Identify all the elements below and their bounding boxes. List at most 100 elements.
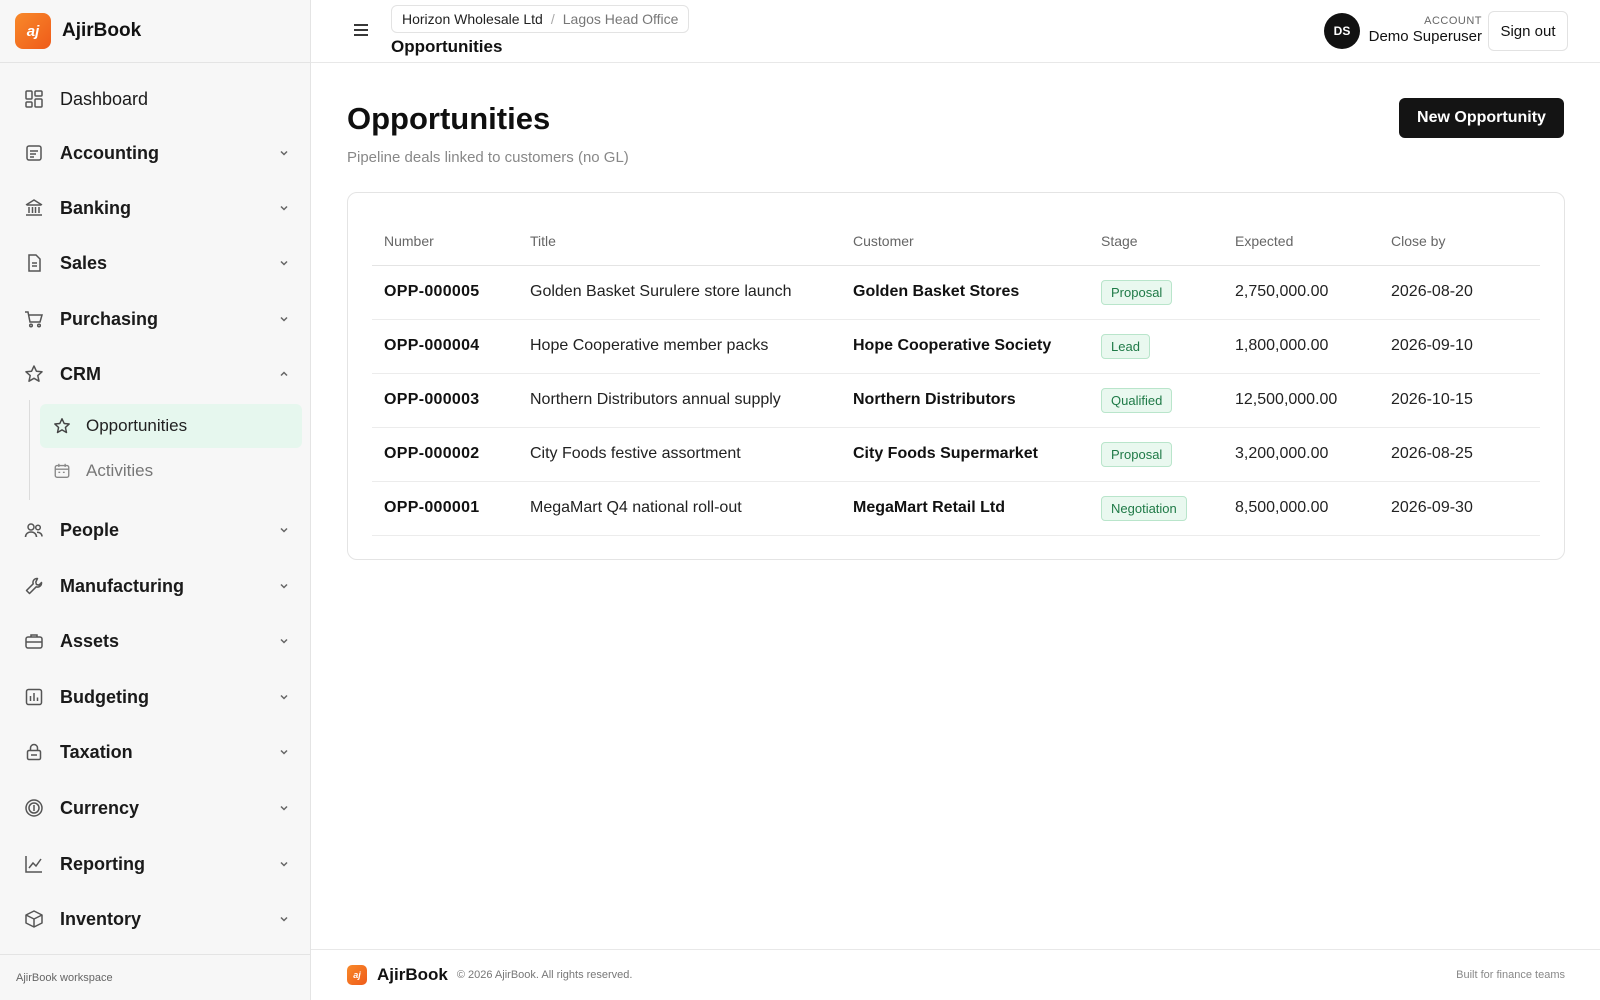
cell-stage: Proposal (1089, 265, 1223, 320)
chart-icon (23, 853, 45, 875)
cell-number[interactable]: OPP-000002 (372, 427, 518, 482)
sidebar-item-crm[interactable]: CRM (0, 352, 310, 396)
stage-badge: Qualified (1101, 387, 1173, 413)
sidebar-item-purchasing[interactable]: Purchasing (0, 297, 310, 341)
menu-toggle-button[interactable] (351, 20, 375, 42)
cell-close-by: 2026-09-10 (1379, 319, 1540, 374)
breadcrumb-separator: / (550, 11, 555, 27)
lock-icon (23, 741, 45, 763)
sidebar-item-assets[interactable]: Assets (0, 619, 310, 663)
sidebar-item-dashboard[interactable]: Dashboard (0, 77, 310, 121)
column-header-title[interactable]: Title (518, 217, 841, 266)
avatar[interactable]: DS (1324, 13, 1360, 49)
table-row[interactable]: OPP-000001 MegaMart Q4 national roll-out… (372, 481, 1540, 536)
sidebar-item-label: Dashboard (60, 88, 149, 109)
accounting-icon (23, 142, 45, 164)
account-label: ACCOUNT (1424, 15, 1482, 27)
bank-icon (23, 197, 45, 219)
cell-title: Northern Distributors annual supply (518, 373, 841, 428)
footer-copyright: © 2026 AjirBook. All rights reserved. (456, 969, 633, 981)
brand[interactable]: aj AjirBook (0, 0, 310, 63)
sign-out-button[interactable]: Sign out (1488, 11, 1568, 51)
main-content: Opportunities Pipeline deals linked to c… (311, 63, 1600, 949)
sidebar-item-label: Banking (60, 197, 132, 218)
sidebar-subitem-label: Opportunities (86, 416, 188, 435)
sidebar-item-accounting[interactable]: Accounting (0, 131, 310, 175)
table-row[interactable]: OPP-000005 Golden Basket Surulere store … (372, 265, 1540, 320)
table-row[interactable]: OPP-000003 Northern Distributors annual … (372, 373, 1540, 428)
star-icon (23, 363, 45, 385)
breadcrumb[interactable]: Horizon Wholesale Ltd / Lagos Head Offic… (391, 5, 690, 33)
sidebar-item-label: Manufacturing (60, 575, 184, 596)
box-icon (23, 908, 45, 930)
calendar-icon (52, 461, 72, 481)
sidebar-item-label: Reporting (60, 853, 145, 874)
sidebar-item-people[interactable]: People (0, 508, 310, 552)
table-row[interactable]: OPP-000004 Hope Cooperative member packs… (372, 319, 1540, 374)
sidebar-item-label: People (60, 519, 120, 540)
sidebar-item-currency[interactable]: Currency (0, 786, 310, 830)
sidebar-item-sales[interactable]: Sales (0, 241, 310, 285)
sidebar-item-label: Purchasing (60, 308, 159, 329)
cell-number[interactable]: OPP-000005 (372, 265, 518, 320)
breadcrumb-branch[interactable]: Lagos Head Office (563, 11, 679, 27)
currency-icon (23, 797, 45, 819)
column-header-stage[interactable]: Stage (1089, 217, 1223, 266)
chevron-down-icon (278, 634, 290, 652)
account-name: Demo Superuser (1368, 28, 1482, 45)
subnav-divider (29, 400, 30, 500)
cell-close-by: 2026-10-15 (1379, 373, 1540, 428)
cell-expected: 12,500,000.00 (1223, 373, 1379, 428)
table-header-row: Number Title Customer Stage Expected Clo… (372, 217, 1540, 266)
cell-number[interactable]: OPP-000004 (372, 319, 518, 374)
sidebar-item-label: Sales (60, 252, 108, 273)
sidebar-item-label: Assets (60, 630, 120, 651)
footer-tagline: Built for finance teams (1456, 969, 1565, 981)
sidebar-item-budgeting[interactable]: Budgeting (0, 675, 310, 719)
column-header-customer[interactable]: Customer (841, 217, 1089, 266)
stage-badge: Lead (1101, 333, 1150, 359)
cell-number[interactable]: OPP-000003 (372, 373, 518, 428)
chevron-down-icon (278, 146, 290, 164)
sidebar-item-inventory[interactable]: Inventory (0, 897, 310, 941)
cell-title: MegaMart Q4 national roll-out (518, 481, 841, 536)
sidebar-item-manufacturing[interactable]: Manufacturing (0, 564, 310, 608)
sidebar-item-label: Budgeting (60, 686, 149, 707)
account-info: ACCOUNT Demo Superuser (1369, 15, 1482, 45)
star-icon (52, 416, 72, 436)
column-header-number[interactable]: Number (372, 217, 518, 266)
cell-expected: 3,200,000.00 (1223, 427, 1379, 482)
footer-logo: aj (347, 965, 367, 985)
table-row[interactable]: OPP-000002 City Foods festive assortment… (372, 427, 1540, 482)
cell-close-by: 2026-08-20 (1379, 265, 1540, 320)
cell-customer: Northern Distributors (841, 373, 1089, 428)
cell-expected: 1,800,000.00 (1223, 319, 1379, 374)
sidebar-item-taxation[interactable]: Taxation (0, 730, 310, 774)
stage-badge: Proposal (1101, 441, 1173, 467)
page-subtitle: Pipeline deals linked to customers (no G… (347, 149, 629, 166)
sidebar-subitem-opportunities[interactable]: Opportunities (40, 404, 302, 448)
chevron-down-icon (278, 579, 290, 597)
brand-logo: aj (15, 13, 51, 49)
cell-stage: Negotiation (1089, 481, 1223, 536)
sidebar-item-reporting[interactable]: Reporting (0, 842, 310, 886)
opportunities-table: Number Title Customer Stage Expected Clo… (372, 217, 1540, 536)
sidebar-subitem-activities[interactable]: Activities (40, 449, 302, 493)
cell-customer: Golden Basket Stores (841, 265, 1089, 320)
chevron-down-icon (278, 312, 290, 330)
chevron-down-icon (278, 256, 290, 274)
cell-title: Golden Basket Surulere store launch (518, 265, 841, 320)
wrench-icon (23, 575, 45, 597)
column-header-close-by[interactable]: Close by (1379, 217, 1540, 266)
cell-number[interactable]: OPP-000001 (372, 481, 518, 536)
sidebar-item-banking[interactable]: Banking (0, 186, 310, 230)
cell-customer: MegaMart Retail Ltd (841, 481, 1089, 536)
chevron-down-icon (278, 857, 290, 875)
sidebar: aj AjirBook Dashboard Accounting Banking… (0, 0, 311, 1000)
breadcrumb-org[interactable]: Horizon Wholesale Ltd (402, 11, 543, 27)
briefcase-icon (23, 630, 45, 652)
new-opportunity-button[interactable]: New Opportunity (1399, 98, 1564, 138)
chevron-down-icon (278, 690, 290, 708)
sidebar-footer: AjirBook workspace (0, 954, 310, 1000)
column-header-expected[interactable]: Expected (1223, 217, 1379, 266)
